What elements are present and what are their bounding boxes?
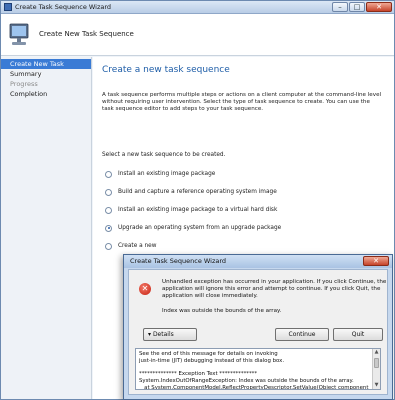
radio-button-selected[interactable] <box>105 224 112 232</box>
option-label: Install an existing image package to a v… <box>118 207 278 213</box>
page-description: A task sequence performs multiple steps … <box>102 92 382 113</box>
option-upgrade-os[interactable]: Upgrade an operating system from an upgr… <box>105 219 281 237</box>
details-label: Details <box>152 331 174 338</box>
window-title: Create Task Sequence Wizard <box>15 3 112 11</box>
scroll-thumb[interactable] <box>374 358 379 368</box>
dialog-title-bar: Create Task Sequence Wizard ✕ <box>124 255 392 268</box>
dialog-body: ✕ Unhandled exception has occurred in yo… <box>128 269 388 395</box>
option-label: Create a new <box>118 243 157 249</box>
task-sequence-options: Install an existing image package Build … <box>105 165 281 255</box>
option-install-existing-image[interactable]: Install an existing image package <box>105 165 281 183</box>
select-label: Select a new task sequence to be created… <box>102 152 226 158</box>
scroll-up-icon[interactable]: ▲ <box>373 349 380 356</box>
sidebar-item-summary: Summary <box>10 70 42 78</box>
dialog-close-button[interactable]: ✕ <box>363 256 389 266</box>
sidebar-item-progress: Progress <box>10 80 38 88</box>
title-bar: Create Task Sequence Wizard – □ ✕ <box>1 1 394 14</box>
radio-button[interactable] <box>105 242 112 250</box>
close-button[interactable]: ✕ <box>366 2 392 12</box>
vertical-scrollbar[interactable]: ▲ ▼ <box>372 349 380 389</box>
option-label: Upgrade an operating system from an upgr… <box>118 225 282 231</box>
sidebar-item-create-new-task-sequence: Create New Task Sequence <box>1 59 91 78</box>
option-create-new[interactable]: Create a new <box>105 237 281 255</box>
radio-button[interactable] <box>105 188 112 196</box>
dialog-title: Create Task Sequence Wizard <box>130 257 227 265</box>
wizard-sidebar: Create New Task Sequence Summary Progres… <box>1 57 92 399</box>
wizard-header: Create New Task Sequence <box>1 14 394 56</box>
radio-button[interactable] <box>105 170 112 178</box>
chevron-down-icon: ▾ <box>148 331 152 338</box>
details-button[interactable]: ▾ Details <box>143 328 197 341</box>
option-label: Install an existing image package <box>118 171 216 177</box>
option-build-and-capture[interactable]: Build and capture a reference operating … <box>105 183 281 201</box>
continue-button[interactable]: Continue <box>275 328 329 341</box>
error-detail: Index was outside the bounds of the arra… <box>162 308 282 314</box>
page-title: Create a new task sequence <box>102 65 230 75</box>
error-message: Unhandled exception has occurred in your… <box>162 279 387 299</box>
option-label: Build and capture a reference operating … <box>118 189 277 195</box>
quit-button[interactable]: Quit <box>333 328 383 341</box>
exception-details-text: See the end of this message for details … <box>139 351 369 390</box>
header-title: Create New Task Sequence <box>39 30 134 38</box>
sidebar-item-completion: Completion <box>10 90 48 98</box>
details-textbox[interactable]: See the end of this message for details … <box>135 348 381 390</box>
scroll-down-icon[interactable]: ▼ <box>373 382 380 389</box>
radio-button[interactable] <box>105 206 112 214</box>
error-icon: ✕ <box>139 283 151 295</box>
error-dialog: Create Task Sequence Wizard ✕ ✕ Unhandle… <box>123 254 393 400</box>
maximize-button[interactable]: □ <box>349 2 365 12</box>
app-icon <box>4 3 12 11</box>
option-install-to-vhd[interactable]: Install an existing image package to a v… <box>105 201 281 219</box>
computer-icon <box>9 23 29 45</box>
minimize-button[interactable]: – <box>332 2 348 12</box>
